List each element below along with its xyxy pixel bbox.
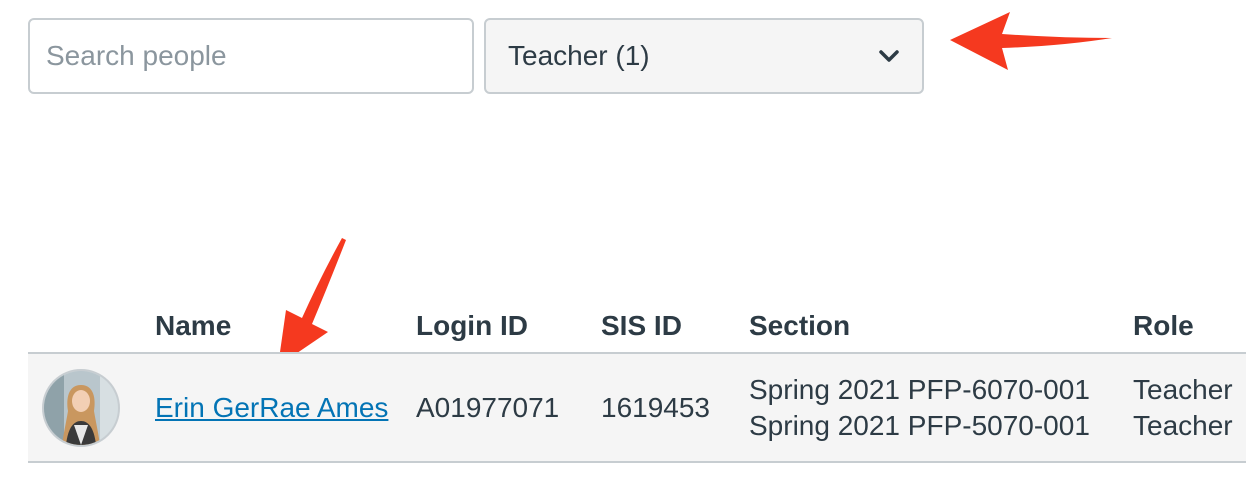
header-login-id: Login ID <box>416 310 528 341</box>
table-row: Erin GerRae Ames A01977071 1619453 Sprin… <box>28 352 1246 463</box>
role-filter-select[interactable]: Teacher (1) <box>484 18 924 94</box>
sis-id-cell: 1619453 <box>601 392 711 423</box>
header-name: Name <box>155 310 232 341</box>
header-sis-id: SIS ID <box>601 310 682 341</box>
header-role: Role <box>1133 310 1194 341</box>
role-filter-value: Teacher (1) <box>508 40 650 71</box>
role-cell: Teacher <box>1133 374 1233 405</box>
section-cell: Spring 2021 PFP-6070-001 <box>749 374 1090 405</box>
annotation-arrow-icon <box>950 12 1112 70</box>
section-cell: Spring 2021 PFP-5070-001 <box>749 410 1090 441</box>
role-cell: Teacher <box>1133 410 1233 441</box>
search-people-input[interactable] <box>28 18 474 94</box>
header-section: Section <box>749 310 851 341</box>
chevron-down-icon <box>878 45 900 67</box>
login-id-cell: A01977071 <box>416 392 560 423</box>
avatar[interactable] <box>42 369 120 447</box>
table-header-row: Name Login ID SIS ID Section Role <box>28 300 1246 352</box>
user-name-link[interactable]: Erin GerRae Ames <box>155 392 388 424</box>
